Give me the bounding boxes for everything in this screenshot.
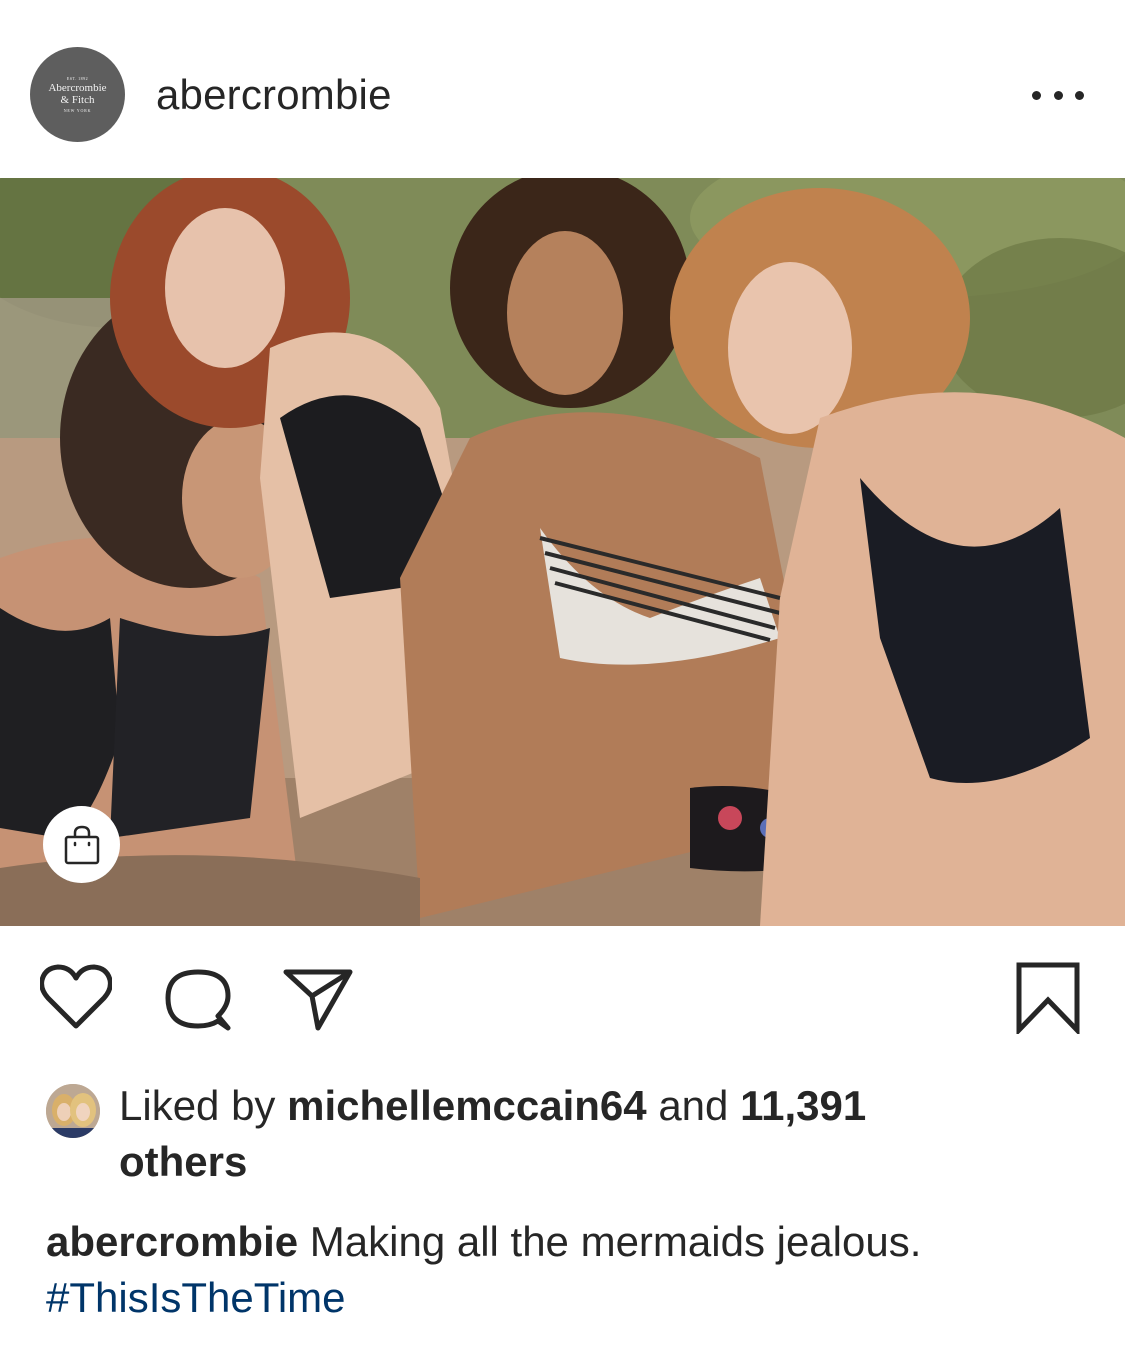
liker-avatar[interactable] — [46, 1084, 100, 1138]
more-dot — [1032, 90, 1041, 100]
more-horizontal-icon[interactable] — [1032, 82, 1084, 108]
avatar-city-text: NEW YORK — [63, 108, 92, 113]
comment-icon[interactable] — [160, 966, 232, 1032]
bookmark-icon[interactable] — [1014, 962, 1082, 1037]
profile-avatar[interactable]: EST. 1892 Abercrombie & Fitch NEW YORK — [30, 47, 125, 142]
action-bar — [0, 926, 1125, 1066]
avatar-est-text: EST. 1892 — [66, 76, 89, 81]
more-dot — [1075, 90, 1084, 100]
likes-prefix: Liked by — [119, 1082, 288, 1129]
likes-middle: and — [646, 1082, 741, 1129]
caption-username[interactable]: abercrombie — [46, 1218, 298, 1265]
avatar-brand-line2: & Fitch — [60, 94, 95, 106]
likes-others[interactable]: others — [119, 1138, 247, 1185]
post-username[interactable]: abercrombie — [156, 70, 392, 120]
more-dot — [1053, 90, 1063, 100]
post-photo-illustration — [0, 178, 1125, 926]
paper-plane-icon[interactable] — [282, 966, 354, 1032]
post-header: EST. 1892 Abercrombie & Fitch NEW YORK a… — [0, 0, 1125, 178]
post-caption: abercrombie Making all the mermaids jeal… — [46, 1214, 1086, 1326]
liker-username[interactable]: michellemccain64 — [287, 1082, 647, 1129]
likes-text: Liked by michellemccain64 and 11,391 othe… — [119, 1078, 1079, 1190]
caption-hashtag[interactable]: #ThisIsTheTime — [46, 1274, 346, 1321]
heart-icon[interactable] — [39, 964, 113, 1030]
shopping-bag-icon[interactable] — [43, 806, 120, 883]
avatar-brand-line1: Abercrombie — [48, 82, 107, 94]
likes-count[interactable]: 11,391 — [740, 1082, 866, 1129]
shopping-bag-glyph — [64, 825, 99, 864]
post-photo[interactable] — [0, 178, 1125, 926]
caption-text: Making all the mermaids jealous. — [298, 1218, 922, 1265]
